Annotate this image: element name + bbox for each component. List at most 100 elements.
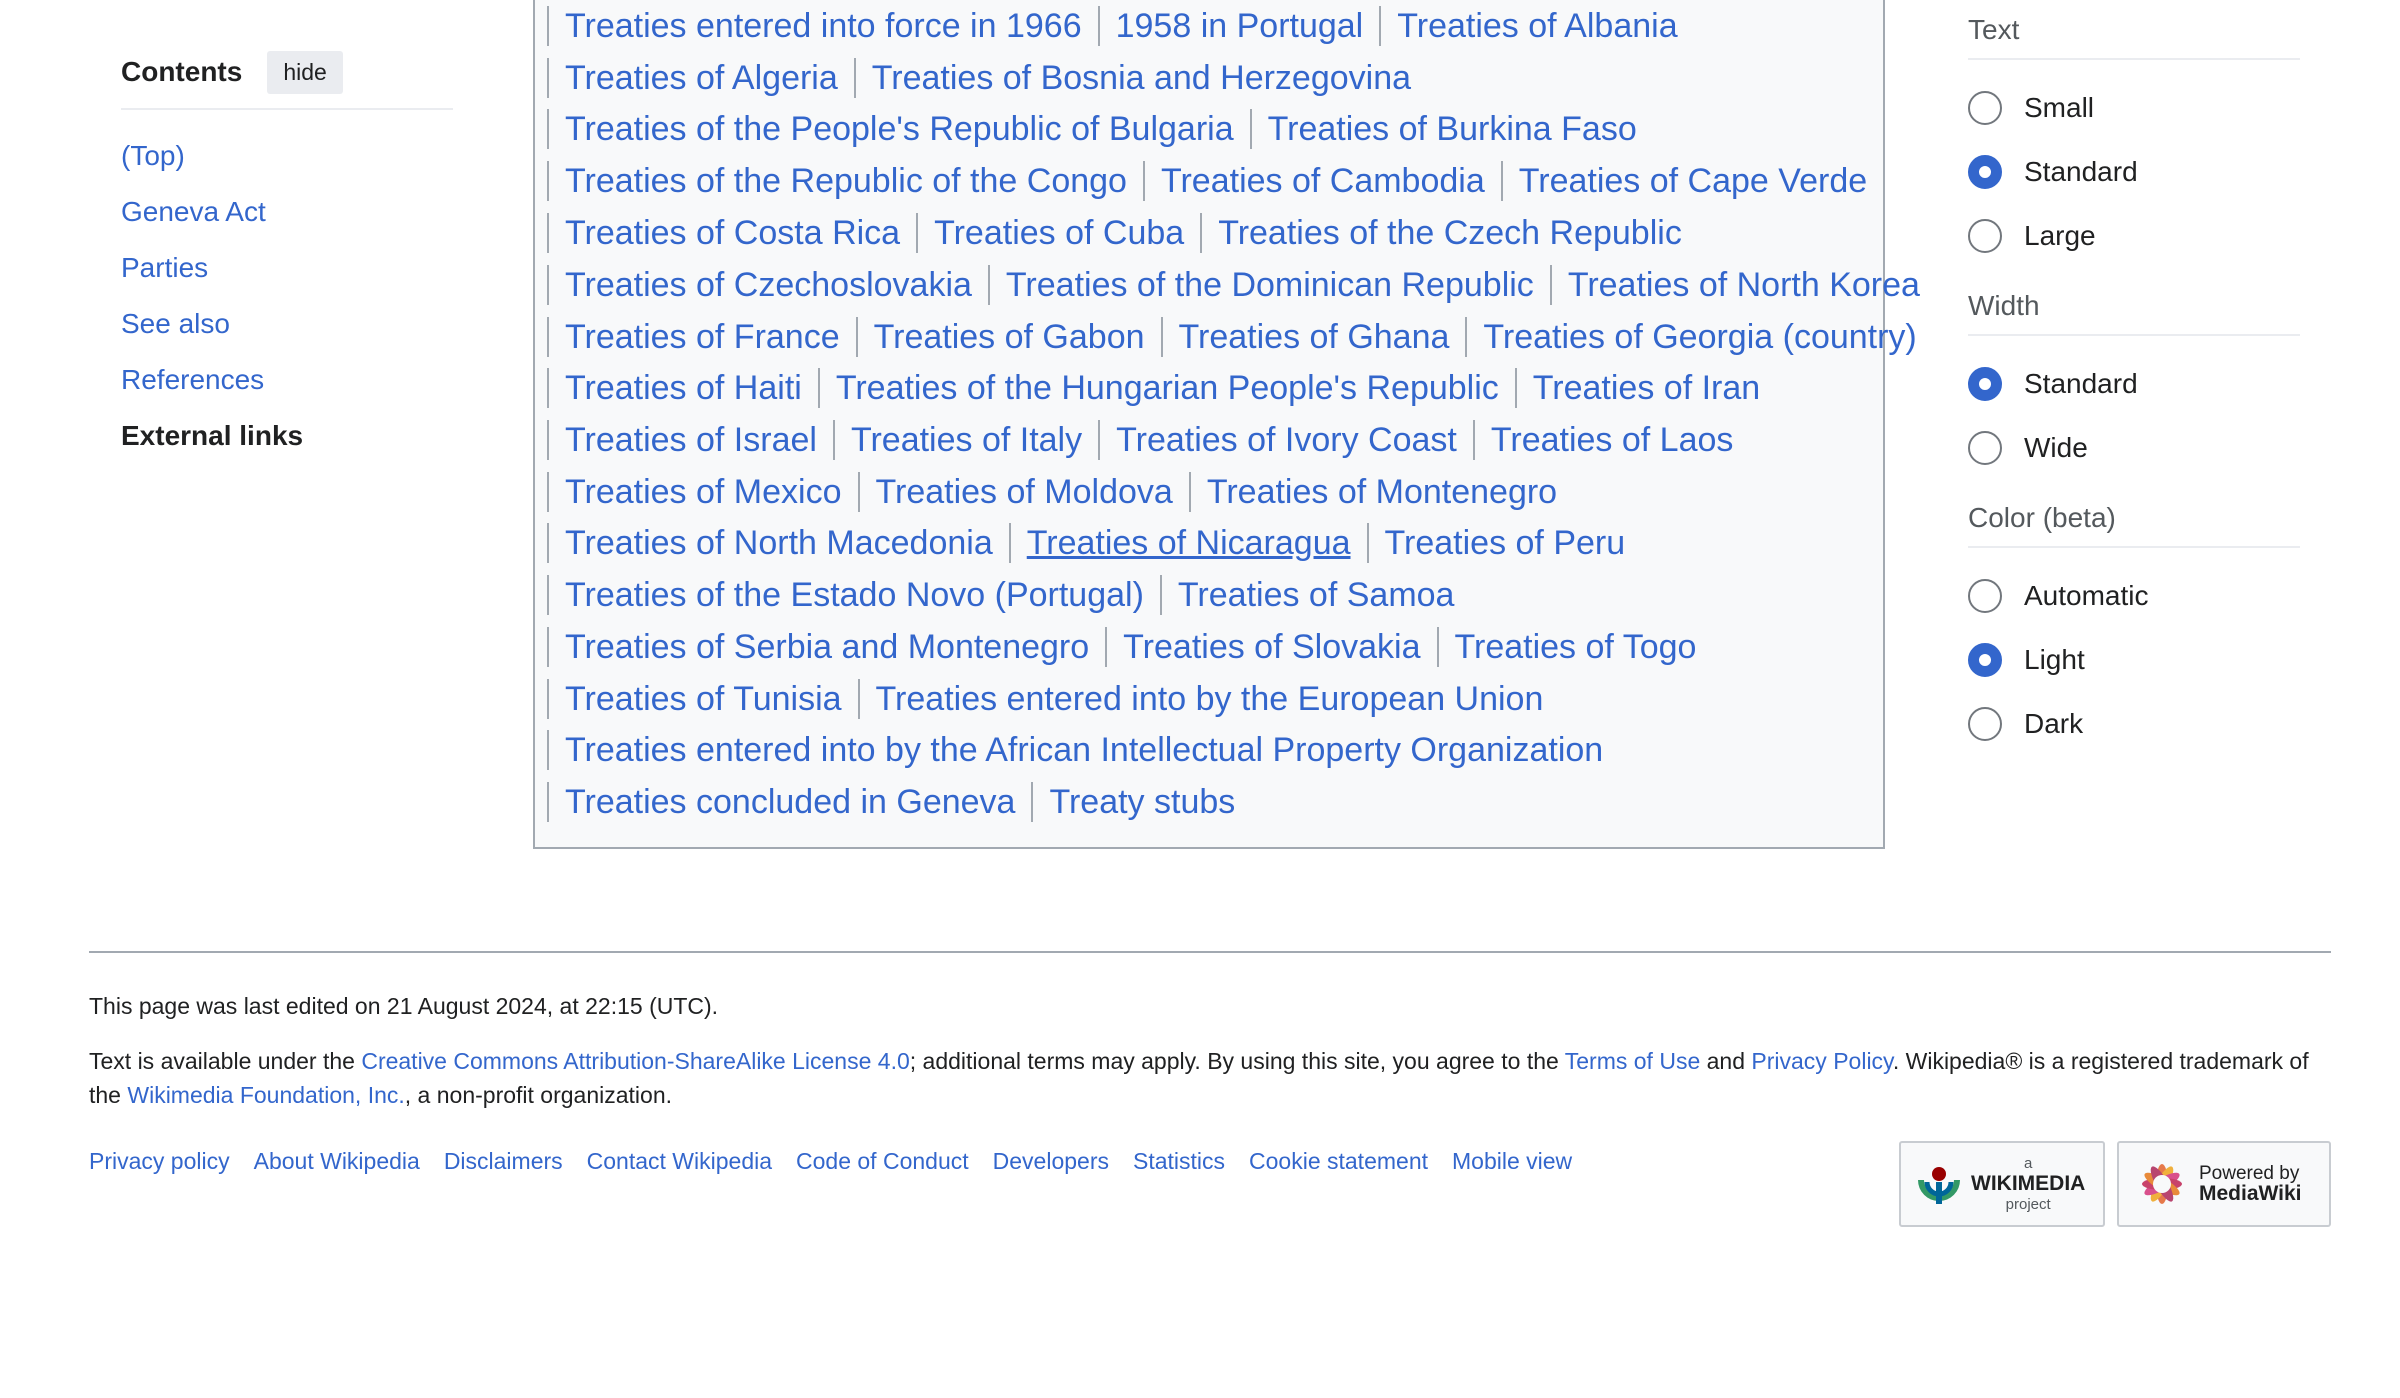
category-link-treaties-of-iran[interactable]: Treaties of Iran xyxy=(1514,368,1776,408)
width-title: Width xyxy=(1968,290,2300,336)
category-link-treaties-of-north-korea[interactable]: Treaties of North Korea xyxy=(1549,265,1936,305)
radio-label: Automatic xyxy=(2024,580,2149,611)
category-link-treaties-of-burkina-faso[interactable]: Treaties of Burkina Faso xyxy=(1249,109,1653,149)
radio-button-icon[interactable] xyxy=(1968,431,2002,465)
category-link-treaties-of-samoa[interactable]: Treaties of Samoa xyxy=(1159,575,1471,615)
toc-item-top[interactable]: (Top) xyxy=(121,128,453,184)
radio-label: Small xyxy=(2024,92,2095,123)
category-link-treaties-of-nicaragua[interactable]: Treaties of Nicaragua xyxy=(1008,523,1367,563)
toc-item-external-links[interactable]: External links xyxy=(121,408,453,464)
radio-button-icon[interactable] xyxy=(1968,643,2002,677)
color-title: Color (beta) xyxy=(1968,502,2300,548)
footer-link-privacy-policy[interactable]: Privacy policy xyxy=(89,1148,230,1175)
category-link-treaties-of-italy[interactable]: Treaties of Italy xyxy=(832,420,1098,460)
category-link-treaties-of-haiti[interactable]: Treaties of Haiti xyxy=(547,368,818,408)
table-of-contents: Contents hide (Top) Geneva Act Parties S… xyxy=(121,48,453,464)
footer-link-cookie-statement[interactable]: Cookie statement xyxy=(1249,1148,1428,1175)
category-row: Treaties entered into force in 1966 1958 … xyxy=(547,1,1694,51)
category-link-treaties-concluded-in-geneva[interactable]: Treaties concluded in Geneva xyxy=(547,782,1031,822)
category-link-treaties-of-slovakia[interactable]: Treaties of Slovakia xyxy=(1105,627,1436,667)
category-link-treaties-of-the-hungarian-people-s-republic[interactable]: Treaties of the Hungarian People's Repub… xyxy=(817,368,1515,408)
powered-by-mediawiki-badge[interactable]: Powered by MediaWiki xyxy=(2117,1141,2331,1227)
cc-license-link[interactable]: Creative Commons Attribution-ShareAlike … xyxy=(361,1048,909,1074)
category-row: Treaties of Israel Treaties of Italy Treat… xyxy=(547,415,1749,465)
mediawiki-logo-icon xyxy=(2142,1164,2182,1204)
terms-of-use-link[interactable]: Terms of Use xyxy=(1565,1048,1700,1074)
footer-link-developers[interactable]: Developers xyxy=(993,1148,1109,1175)
footer-link-statistics[interactable]: Statistics xyxy=(1133,1148,1225,1175)
width-option-standard[interactable]: Standard xyxy=(1968,352,2300,416)
category-link-treaties-entered-into-by-the-african-intellectual-property-organization[interactable]: Treaties entered into by the African Int… xyxy=(547,730,1619,770)
category-link-treaties-of-mexico[interactable]: Treaties of Mexico xyxy=(547,472,858,512)
text-option-standard[interactable]: Standard xyxy=(1968,140,2300,204)
category-link-treaties-of-costa-rica[interactable]: Treaties of Costa Rica xyxy=(547,213,916,253)
category-link-treaties-of-bosnia-and-herzegovina[interactable]: Treaties of Bosnia and Herzegovina xyxy=(853,58,1427,98)
category-link-treaties-entered-into-by-the-european-union[interactable]: Treaties entered into by the European Un… xyxy=(857,679,1560,719)
category-link-treaties-of-the-people-s-republic-of-bulgaria[interactable]: Treaties of the People's Republic of Bul… xyxy=(547,109,1250,149)
toc-item-references[interactable]: References xyxy=(121,352,453,408)
category-link-1958-in-portugal[interactable]: 1958 in Portugal xyxy=(1097,6,1380,46)
radio-label: Wide xyxy=(2024,432,2088,463)
footer-link-disclaimers[interactable]: Disclaimers xyxy=(444,1148,563,1175)
radio-button-icon[interactable] xyxy=(1968,579,2002,613)
toc-list: (Top) Geneva Act Parties See also Refere… xyxy=(121,128,453,464)
category-link-treaties-of-montenegro[interactable]: Treaties of Montenegro xyxy=(1188,472,1573,512)
category-link-treaties-of-georgia-country[interactable]: Treaties of Georgia (country) xyxy=(1465,317,1932,357)
category-link-treaties-of-the-czech-republic[interactable]: Treaties of the Czech Republic xyxy=(1200,213,1698,253)
last-edited-text: This page was last edited on 21 August 2… xyxy=(89,993,719,1019)
radio-button-icon[interactable] xyxy=(1968,707,2002,741)
wikimedia-foundation-link[interactable]: Wikimedia Foundation, Inc. xyxy=(127,1082,404,1108)
category-row: Treaties concluded in Geneva Treaty stubs xyxy=(547,777,1251,827)
category-link-treaties-of-cape-verde[interactable]: Treaties of Cape Verde xyxy=(1500,161,1883,201)
radio-label: Large xyxy=(2024,220,2096,251)
footer-link-about[interactable]: About Wikipedia xyxy=(254,1148,420,1175)
category-link-treaties-of-cuba[interactable]: Treaties of Cuba xyxy=(916,213,1200,253)
category-link-treaties-of-peru[interactable]: Treaties of Peru xyxy=(1366,523,1642,563)
category-link-treaties-of-ghana[interactable]: Treaties of Ghana xyxy=(1160,317,1466,357)
color-option-light[interactable]: Light xyxy=(1968,628,2300,692)
privacy-policy-inline-link[interactable]: Privacy Policy xyxy=(1751,1048,1892,1074)
category-link-treaty-stubs[interactable]: Treaty stubs xyxy=(1031,782,1251,822)
radio-button-icon[interactable] xyxy=(1968,155,2002,189)
category-link-treaties-of-the-estado-novo-portugal[interactable]: Treaties of the Estado Novo (Portugal) xyxy=(547,575,1160,615)
category-link-treaties-of-czechoslovakia[interactable]: Treaties of Czechoslovakia xyxy=(547,265,988,305)
category-link-treaties-of-north-macedonia[interactable]: Treaties of North Macedonia xyxy=(547,523,1009,563)
text-option-large[interactable]: Large xyxy=(1968,204,2300,268)
text-option-small[interactable]: Small xyxy=(1968,76,2300,140)
footer-link-contact[interactable]: Contact Wikipedia xyxy=(587,1148,772,1175)
category-link-treaties-of-cambodia[interactable]: Treaties of Cambodia xyxy=(1142,161,1501,201)
width-option-wide[interactable]: Wide xyxy=(1968,416,2300,480)
category-link-treaties-of-albania[interactable]: Treaties of Albania xyxy=(1379,6,1693,46)
category-link-treaties-of-ivory-coast[interactable]: Treaties of Ivory Coast xyxy=(1098,420,1473,460)
radio-label: Standard xyxy=(2024,368,2138,399)
category-link-treaties-of-the-republic-of-the-congo[interactable]: Treaties of the Republic of the Congo xyxy=(547,161,1143,201)
toc-item-see-also[interactable]: See also xyxy=(121,296,453,352)
category-link-treaties-of-serbia-and-montenegro[interactable]: Treaties of Serbia and Montenegro xyxy=(547,627,1105,667)
color-option-automatic[interactable]: Automatic xyxy=(1968,564,2300,628)
category-link-treaties-of-tunisia[interactable]: Treaties of Tunisia xyxy=(547,679,858,719)
badge-mw-line1: Powered by xyxy=(2199,1163,2300,1184)
category-link-treaties-of-togo[interactable]: Treaties of Togo xyxy=(1436,627,1713,667)
text-size-title: Text xyxy=(1968,14,2300,60)
category-link-treaties-of-france[interactable]: Treaties of France xyxy=(547,317,856,357)
category-link-treaties-of-the-dominican-republic[interactable]: Treaties of the Dominican Republic xyxy=(987,265,1550,305)
radio-button-icon[interactable] xyxy=(1968,91,2002,125)
color-option-dark[interactable]: Dark xyxy=(1968,692,2300,756)
category-link-treaties-of-algeria[interactable]: Treaties of Algeria xyxy=(547,58,854,98)
radio-label: Standard xyxy=(2024,156,2138,187)
toc-hide-button[interactable]: hide xyxy=(267,50,343,94)
wikimedia-project-badge[interactable]: a WIKIMEDIA project xyxy=(1899,1141,2105,1227)
category-link-treaties-of-moldova[interactable]: Treaties of Moldova xyxy=(857,472,1189,512)
category-link-treaties-of-laos[interactable]: Treaties of Laos xyxy=(1472,420,1750,460)
badge-wm-bottom: project xyxy=(2005,1195,2051,1213)
toc-header: Contents hide xyxy=(121,48,453,110)
footer-link-code-of-conduct[interactable]: Code of Conduct xyxy=(796,1148,969,1175)
radio-button-icon[interactable] xyxy=(1968,219,2002,253)
radio-button-icon[interactable] xyxy=(1968,367,2002,401)
toc-item-parties[interactable]: Parties xyxy=(121,240,453,296)
footer-link-mobile-view[interactable]: Mobile view xyxy=(1452,1148,1572,1175)
toc-item-geneva-act[interactable]: Geneva Act xyxy=(121,184,453,240)
category-link-treaties-of-gabon[interactable]: Treaties of Gabon xyxy=(855,317,1161,357)
category-link-treaties-of-israel[interactable]: Treaties of Israel xyxy=(547,420,833,460)
category-link-treaties-entered-into-force-in-1966[interactable]: Treaties entered into force in 1966 xyxy=(547,6,1098,46)
